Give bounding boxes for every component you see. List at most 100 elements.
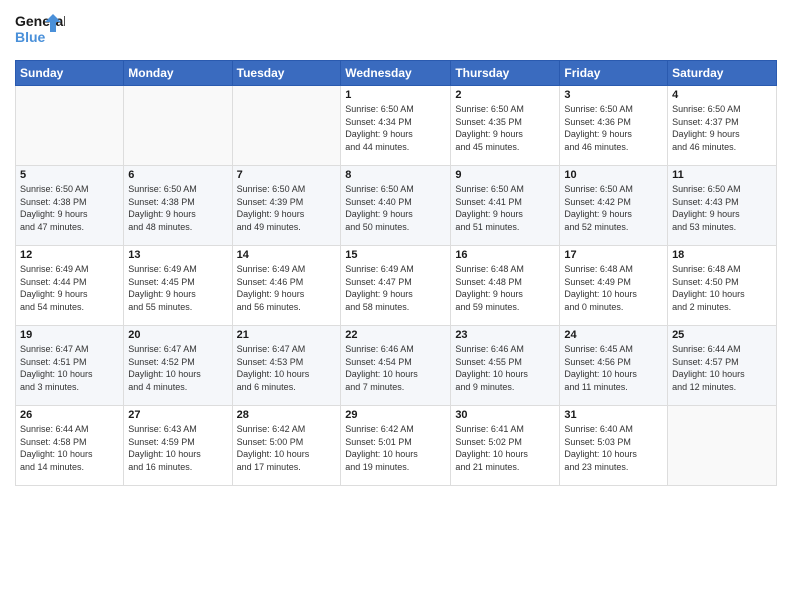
day-number: 16 (455, 249, 555, 261)
general-blue-logo: GeneralBlue (15, 10, 65, 52)
day-info: Sunrise: 6:48 AM Sunset: 4:48 PM Dayligh… (455, 263, 555, 313)
day-info: Sunrise: 6:50 AM Sunset: 4:40 PM Dayligh… (345, 183, 446, 233)
calendar-week-row: 19 Sunrise: 6:47 AM Sunset: 4:51 PM Dayli… (16, 326, 777, 406)
calendar-cell: 5 Sunrise: 6:50 AM Sunset: 4:38 PM Daylig… (16, 166, 124, 246)
calendar-cell: 14Sunrise: 6:49 AM Sunset: 4:46 PM Dayli… (232, 246, 341, 326)
day-info: Sunrise: 6:50 AM Sunset: 4:39 PM Dayligh… (237, 183, 337, 233)
day-info: Sunrise: 6:50 AM Sunset: 4:35 PM Dayligh… (455, 103, 555, 153)
day-info: Sunrise: 6:44 AM Sunset: 4:58 PM Dayligh… (20, 423, 119, 473)
calendar-cell: 31 Sunrise: 6:40 AM Sunset: 5:03 PM Dayli… (560, 406, 668, 486)
weekday-header: Wednesday (341, 61, 451, 86)
weekday-header: Saturday (668, 61, 777, 86)
day-info: Sunrise: 6:42 AM Sunset: 5:01 PM Dayligh… (345, 423, 446, 473)
day-number: 21 (237, 329, 337, 341)
day-number: 3 (564, 89, 663, 101)
calendar-cell: 25 Sunrise: 6:44 AM Sunset: 4:57 PM Dayli… (668, 326, 777, 406)
day-info: Sunrise: 6:50 AM Sunset: 4:36 PM Dayligh… (564, 103, 663, 153)
day-number: 18 (672, 249, 772, 261)
day-info: Sunrise: 6:50 AM Sunset: 4:41 PM Dayligh… (455, 183, 555, 233)
day-info: Sunrise: 6:50 AM Sunset: 4:38 PM Dayligh… (128, 183, 227, 233)
day-number: 30 (455, 409, 555, 421)
calendar-cell: 2 Sunrise: 6:50 AM Sunset: 4:35 PM Daylig… (451, 86, 560, 166)
calendar-cell: 8 Sunrise: 6:50 AM Sunset: 4:40 PM Daylig… (341, 166, 451, 246)
day-number: 6 (128, 169, 227, 181)
day-number: 13 (128, 249, 227, 261)
weekday-header-row: SundayMondayTuesdayWednesdayThursdayFrid… (16, 61, 777, 86)
day-number: 2 (455, 89, 555, 101)
calendar-week-row: 1Sunrise: 6:50 AM Sunset: 4:34 PM Daylig… (16, 86, 777, 166)
calendar-cell (124, 86, 232, 166)
calendar-cell: 27 Sunrise: 6:43 AM Sunset: 4:59 PM Dayli… (124, 406, 232, 486)
day-info: Sunrise: 6:50 AM Sunset: 4:38 PM Dayligh… (20, 183, 119, 233)
calendar-cell: 6 Sunrise: 6:50 AM Sunset: 4:38 PM Daylig… (124, 166, 232, 246)
day-info: Sunrise: 6:50 AM Sunset: 4:43 PM Dayligh… (672, 183, 772, 233)
day-info: Sunrise: 6:50 AM Sunset: 4:42 PM Dayligh… (564, 183, 663, 233)
day-info: Sunrise: 6:44 AM Sunset: 4:57 PM Dayligh… (672, 343, 772, 393)
day-number: 10 (564, 169, 663, 181)
calendar-cell: 20 Sunrise: 6:47 AM Sunset: 4:52 PM Dayli… (124, 326, 232, 406)
day-info: Sunrise: 6:43 AM Sunset: 4:59 PM Dayligh… (128, 423, 227, 473)
day-number: 26 (20, 409, 119, 421)
day-info: Sunrise: 6:47 AM Sunset: 4:52 PM Dayligh… (128, 343, 227, 393)
calendar-cell (668, 406, 777, 486)
page-container: GeneralBlue SundayMondayTuesdayWednesday… (0, 0, 792, 612)
calendar-week-row: 26 Sunrise: 6:44 AM Sunset: 4:58 PM Dayli… (16, 406, 777, 486)
day-number: 22 (345, 329, 446, 341)
day-info: Sunrise: 6:40 AM Sunset: 5:03 PM Dayligh… (564, 423, 663, 473)
day-number: 25 (672, 329, 772, 341)
day-info: Sunrise: 6:49 AM Sunset: 4:47 PM Dayligh… (345, 263, 446, 313)
calendar-cell: 17 Sunrise: 6:48 AM Sunset: 4:49 PM Dayli… (560, 246, 668, 326)
day-number: 15 (345, 249, 446, 261)
calendar-cell: 28 Sunrise: 6:42 AM Sunset: 5:00 PM Dayli… (232, 406, 341, 486)
calendar-cell: 9Sunrise: 6:50 AM Sunset: 4:41 PM Daylig… (451, 166, 560, 246)
day-info: Sunrise: 6:48 AM Sunset: 4:50 PM Dayligh… (672, 263, 772, 313)
day-info: Sunrise: 6:48 AM Sunset: 4:49 PM Dayligh… (564, 263, 663, 313)
svg-text:Blue: Blue (15, 29, 46, 45)
day-info: Sunrise: 6:50 AM Sunset: 4:34 PM Dayligh… (345, 103, 446, 153)
day-number: 4 (672, 89, 772, 101)
day-info: Sunrise: 6:42 AM Sunset: 5:00 PM Dayligh… (237, 423, 337, 473)
calendar-cell: 23Sunrise: 6:46 AM Sunset: 4:55 PM Dayli… (451, 326, 560, 406)
day-info: Sunrise: 6:46 AM Sunset: 4:54 PM Dayligh… (345, 343, 446, 393)
day-info: Sunrise: 6:49 AM Sunset: 4:44 PM Dayligh… (20, 263, 119, 313)
day-number: 19 (20, 329, 119, 341)
day-info: Sunrise: 6:41 AM Sunset: 5:02 PM Dayligh… (455, 423, 555, 473)
calendar-cell: 10 Sunrise: 6:50 AM Sunset: 4:42 PM Dayli… (560, 166, 668, 246)
calendar-cell: 19 Sunrise: 6:47 AM Sunset: 4:51 PM Dayli… (16, 326, 124, 406)
weekday-header: Friday (560, 61, 668, 86)
day-number: 5 (20, 169, 119, 181)
day-number: 12 (20, 249, 119, 261)
calendar-cell: 7 Sunrise: 6:50 AM Sunset: 4:39 PM Daylig… (232, 166, 341, 246)
calendar-cell: 29 Sunrise: 6:42 AM Sunset: 5:01 PM Dayli… (341, 406, 451, 486)
weekday-header: Monday (124, 61, 232, 86)
calendar-cell: 30 Sunrise: 6:41 AM Sunset: 5:02 PM Dayli… (451, 406, 560, 486)
calendar-cell: 15 Sunrise: 6:49 AM Sunset: 4:47 PM Dayli… (341, 246, 451, 326)
calendar-cell: 26 Sunrise: 6:44 AM Sunset: 4:58 PM Dayli… (16, 406, 124, 486)
day-number: 31 (564, 409, 663, 421)
day-info: Sunrise: 6:47 AM Sunset: 4:51 PM Dayligh… (20, 343, 119, 393)
day-info: Sunrise: 6:45 AM Sunset: 4:56 PM Dayligh… (564, 343, 663, 393)
day-number: 7 (237, 169, 337, 181)
calendar-cell: 18 Sunrise: 6:48 AM Sunset: 4:50 PM Dayli… (668, 246, 777, 326)
day-info: Sunrise: 6:46 AM Sunset: 4:55 PM Dayligh… (455, 343, 555, 393)
calendar-cell: 4Sunrise: 6:50 AM Sunset: 4:37 PM Daylig… (668, 86, 777, 166)
page-header: GeneralBlue (15, 10, 777, 52)
calendar-cell: 22 Sunrise: 6:46 AM Sunset: 4:54 PM Dayli… (341, 326, 451, 406)
day-info: Sunrise: 6:49 AM Sunset: 4:45 PM Dayligh… (128, 263, 227, 313)
calendar-cell: 1Sunrise: 6:50 AM Sunset: 4:34 PM Daylig… (341, 86, 451, 166)
calendar-week-row: 12 Sunrise: 6:49 AM Sunset: 4:44 PM Dayli… (16, 246, 777, 326)
logo: GeneralBlue (15, 10, 65, 52)
day-number: 8 (345, 169, 446, 181)
day-number: 28 (237, 409, 337, 421)
day-number: 29 (345, 409, 446, 421)
calendar-cell (16, 86, 124, 166)
day-number: 17 (564, 249, 663, 261)
calendar-cell: 13 Sunrise: 6:49 AM Sunset: 4:45 PM Dayli… (124, 246, 232, 326)
calendar-cell: 21Sunrise: 6:47 AM Sunset: 4:53 PM Dayli… (232, 326, 341, 406)
day-number: 27 (128, 409, 227, 421)
day-info: Sunrise: 6:49 AM Sunset: 4:46 PM Dayligh… (237, 263, 337, 313)
weekday-header: Tuesday (232, 61, 341, 86)
calendar-week-row: 5 Sunrise: 6:50 AM Sunset: 4:38 PM Daylig… (16, 166, 777, 246)
calendar-cell: 3 Sunrise: 6:50 AM Sunset: 4:36 PM Daylig… (560, 86, 668, 166)
day-number: 20 (128, 329, 227, 341)
